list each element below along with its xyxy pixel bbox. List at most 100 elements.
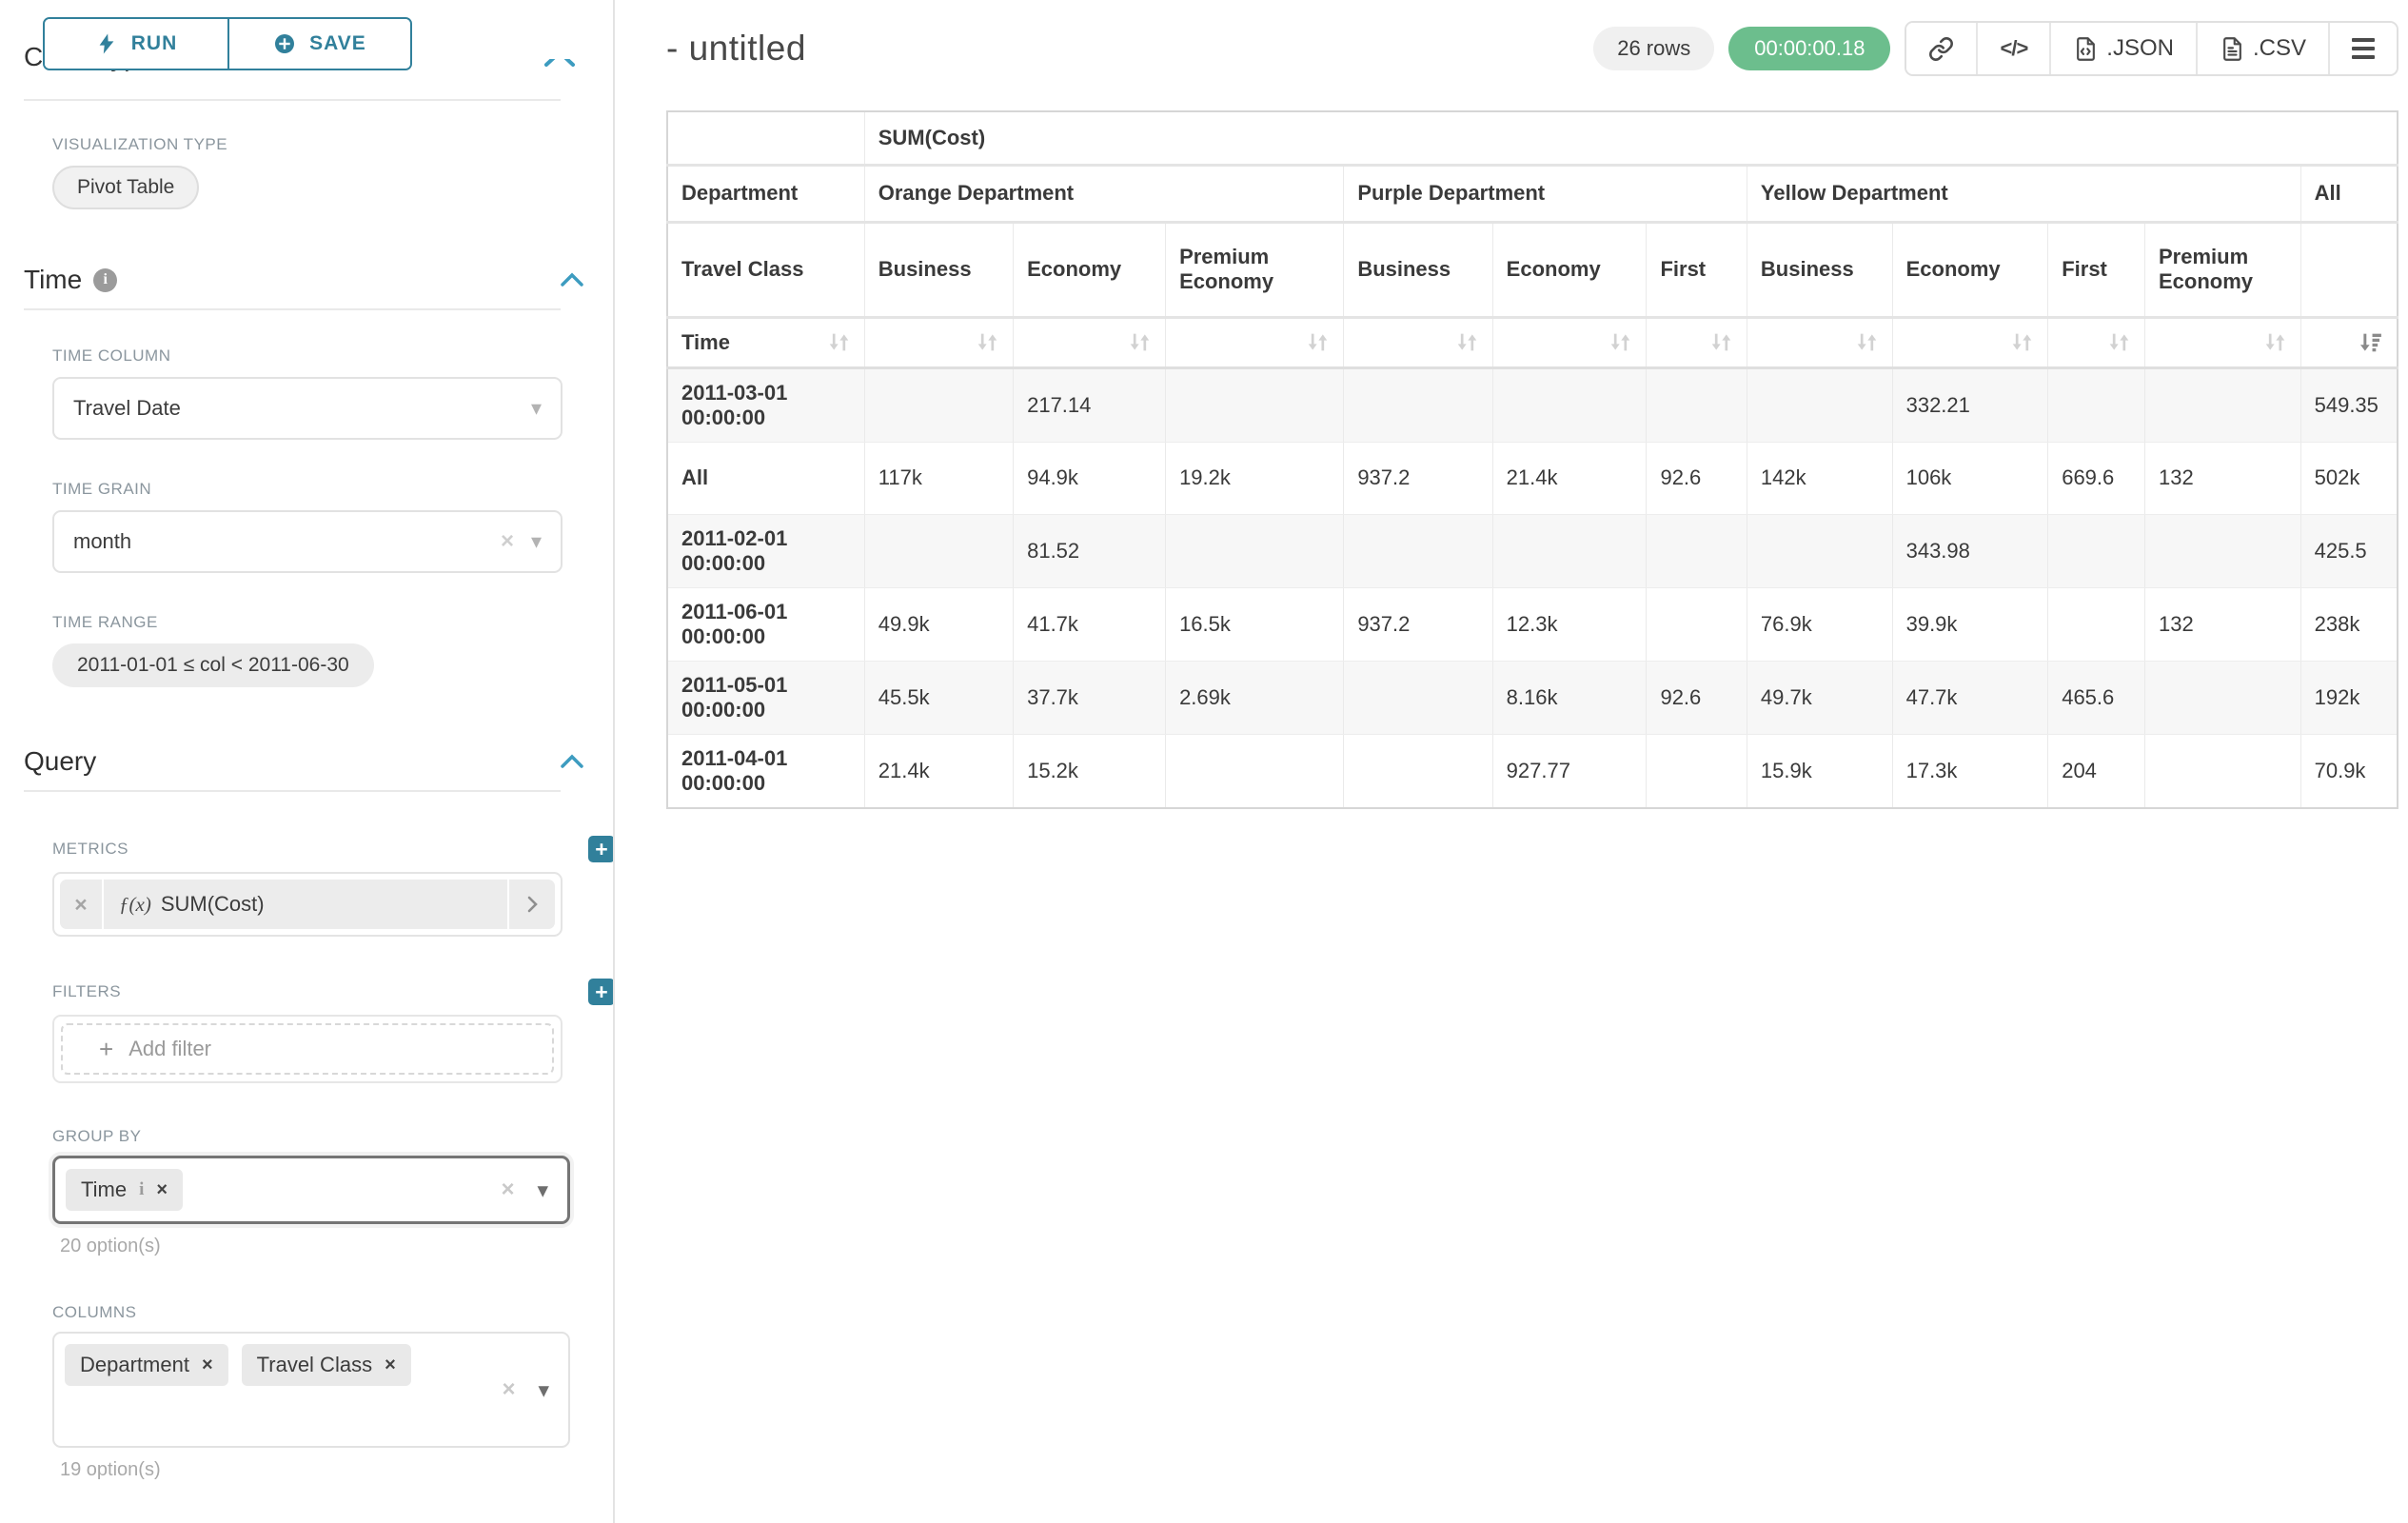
sort-cell[interactable] — [1344, 317, 1492, 367]
chevron-right-icon[interactable] — [507, 880, 555, 929]
caret-down-icon[interactable]: ▾ — [531, 396, 542, 421]
sort-cell[interactable] — [2145, 317, 2301, 367]
sort-cell[interactable] — [1647, 317, 1747, 367]
control-panel: Chart Type RUN SAVE VISUALIZATION TYPE P… — [0, 0, 615, 1523]
pivot-value-cell: 117k — [864, 442, 1013, 514]
sort-icon[interactable] — [976, 330, 999, 354]
sort-icon[interactable] — [1306, 330, 1330, 354]
pivot-value-cell: 41.7k — [1014, 587, 1166, 661]
pivot-data-row: 2011-06-01 00:00:0049.9k41.7k16.5k937.21… — [667, 587, 2398, 661]
file-icon — [2220, 36, 2245, 62]
pivot-value-cell — [1747, 514, 1892, 587]
dimension-tag[interactable]: Department× — [65, 1344, 228, 1386]
sort-icon[interactable] — [1709, 330, 1733, 354]
save-button[interactable]: SAVE — [227, 19, 410, 69]
time-range-value[interactable]: 2011-01-01 ≤ col < 2011-06-30 — [52, 643, 374, 687]
pivot-value-cell: 937.2 — [1344, 442, 1492, 514]
travel-class-header: First — [1647, 222, 1747, 317]
metric-item[interactable]: × ƒ(x) SUM(Cost) — [60, 880, 555, 929]
caret-down-icon[interactable]: ▾ — [531, 529, 542, 554]
sort-cell[interactable] — [1014, 317, 1166, 367]
clear-icon[interactable]: × — [501, 528, 514, 555]
travel-class-header: First — [2048, 222, 2145, 317]
pivot-value-cell — [1647, 587, 1747, 661]
pivot-value-cell: 549.35 — [2300, 367, 2398, 442]
sort-icon[interactable] — [827, 330, 851, 354]
chevron-up-icon[interactable] — [558, 750, 586, 773]
add-metric-button[interactable]: + — [588, 836, 615, 862]
export-json-button[interactable]: .JSON — [2049, 23, 2196, 74]
sort-icon[interactable] — [1609, 330, 1632, 354]
sort-icon[interactable] — [2107, 330, 2131, 354]
sort-icon[interactable] — [1855, 330, 1879, 354]
pivot-value-cell — [2048, 367, 2145, 442]
pivot-data-row: 2011-02-01 00:00:0081.52343.98425.5 — [667, 514, 2398, 587]
query-duration-badge: 00:00:00.18 — [1728, 27, 1890, 70]
sort-cell[interactable] — [1747, 317, 1892, 367]
travel-class-header: Premium Economy — [2145, 222, 2301, 317]
view-query-button[interactable]: </> — [1976, 23, 2049, 74]
sort-cell[interactable] — [1892, 317, 2048, 367]
sort-cell[interactable] — [1166, 317, 1344, 367]
sort-icon[interactable] — [2010, 330, 2034, 354]
pivot-value-cell: 39.9k — [1892, 587, 2048, 661]
sort-cell-active-desc[interactable] — [2300, 317, 2398, 367]
columns-options-hint: 19 option(s) — [60, 1459, 561, 1481]
hamburger-menu-icon — [2352, 38, 2375, 59]
time-column-select[interactable]: Travel Date ▾ — [52, 377, 563, 440]
dimension-tag[interactable]: Timei× — [66, 1169, 183, 1211]
pivot-value-cell — [2145, 514, 2301, 587]
pivot-value-cell — [1492, 367, 1647, 442]
travel-class-header: Economy — [1892, 222, 2048, 317]
sort-cell[interactable] — [1492, 317, 1647, 367]
add-filter-dropzone[interactable]: + Add filter — [61, 1023, 554, 1075]
sort-icon[interactable] — [1128, 330, 1152, 354]
sort-icon[interactable] — [2263, 330, 2287, 354]
chevron-up-icon[interactable] — [558, 268, 586, 291]
row-label-cell: All — [667, 442, 864, 514]
pivot-value-cell: 94.9k — [1014, 442, 1166, 514]
export-toolbar: </> .JSON .CSV — [1905, 21, 2398, 76]
group-by-label: GROUP BY — [52, 1127, 561, 1146]
chart-type-collapse-icon[interactable] — [539, 59, 581, 69]
remove-tag-icon[interactable]: × — [202, 1355, 213, 1376]
remove-metric-icon[interactable]: × — [60, 880, 104, 929]
caret-down-icon[interactable]: ▾ — [538, 1377, 549, 1403]
travel-class-header: Business — [1344, 222, 1492, 317]
row-dimension-sort-cell[interactable]: Time — [667, 317, 864, 367]
clear-all-icon[interactable]: × — [502, 1376, 515, 1403]
export-csv-button[interactable]: .CSV — [2196, 23, 2328, 74]
dimension-tag[interactable]: Travel Class × — [242, 1344, 411, 1386]
columns-select[interactable]: Department× Travel Class × × ▾ — [52, 1332, 570, 1448]
sort-cell[interactable] — [864, 317, 1013, 367]
pivot-value-cell: 15.2k — [1014, 734, 1166, 808]
group-by-select[interactable]: Timei× × ▾ — [52, 1156, 570, 1224]
pivot-value-cell — [864, 514, 1013, 587]
export-json-label: .JSON — [2106, 35, 2174, 62]
chart-title[interactable]: - untitled — [666, 29, 806, 69]
more-options-button[interactable] — [2328, 23, 2397, 74]
clear-all-icon[interactable]: × — [501, 1177, 514, 1203]
pivot-value-cell: 92.6 — [1647, 442, 1747, 514]
time-grain-select[interactable]: month × ▾ — [52, 510, 563, 573]
caret-down-icon[interactable]: ▾ — [537, 1177, 548, 1203]
remove-tag-icon[interactable]: × — [156, 1179, 168, 1201]
remove-tag-icon[interactable]: × — [385, 1355, 396, 1376]
run-button[interactable]: RUN — [45, 19, 227, 69]
pivot-value-cell: 465.6 — [2048, 661, 2145, 734]
sort-icon[interactable] — [1455, 330, 1479, 354]
export-csv-label: .CSV — [2253, 35, 2306, 62]
sort-desc-icon[interactable] — [2359, 330, 2383, 354]
pivot-value-cell — [2145, 734, 2301, 808]
chart-panel: - untitled 26 rows 00:00:00.18 </> .JSON — [615, 0, 2408, 1523]
visualization-type-value[interactable]: Pivot Table — [52, 166, 199, 209]
dimension-tag-label: Travel Class — [257, 1353, 372, 1377]
lightning-icon — [95, 32, 118, 55]
share-link-button[interactable] — [1906, 23, 1976, 74]
pivot-value-cell — [2048, 587, 2145, 661]
add-filter-button[interactable]: + — [588, 979, 615, 1005]
query-section-title: Query — [24, 746, 96, 777]
pivot-value-cell: 192k — [2300, 661, 2398, 734]
sort-cell[interactable] — [2048, 317, 2145, 367]
pivot-table: SUM(Cost)DepartmentOrange DepartmentPurp… — [666, 110, 2398, 809]
